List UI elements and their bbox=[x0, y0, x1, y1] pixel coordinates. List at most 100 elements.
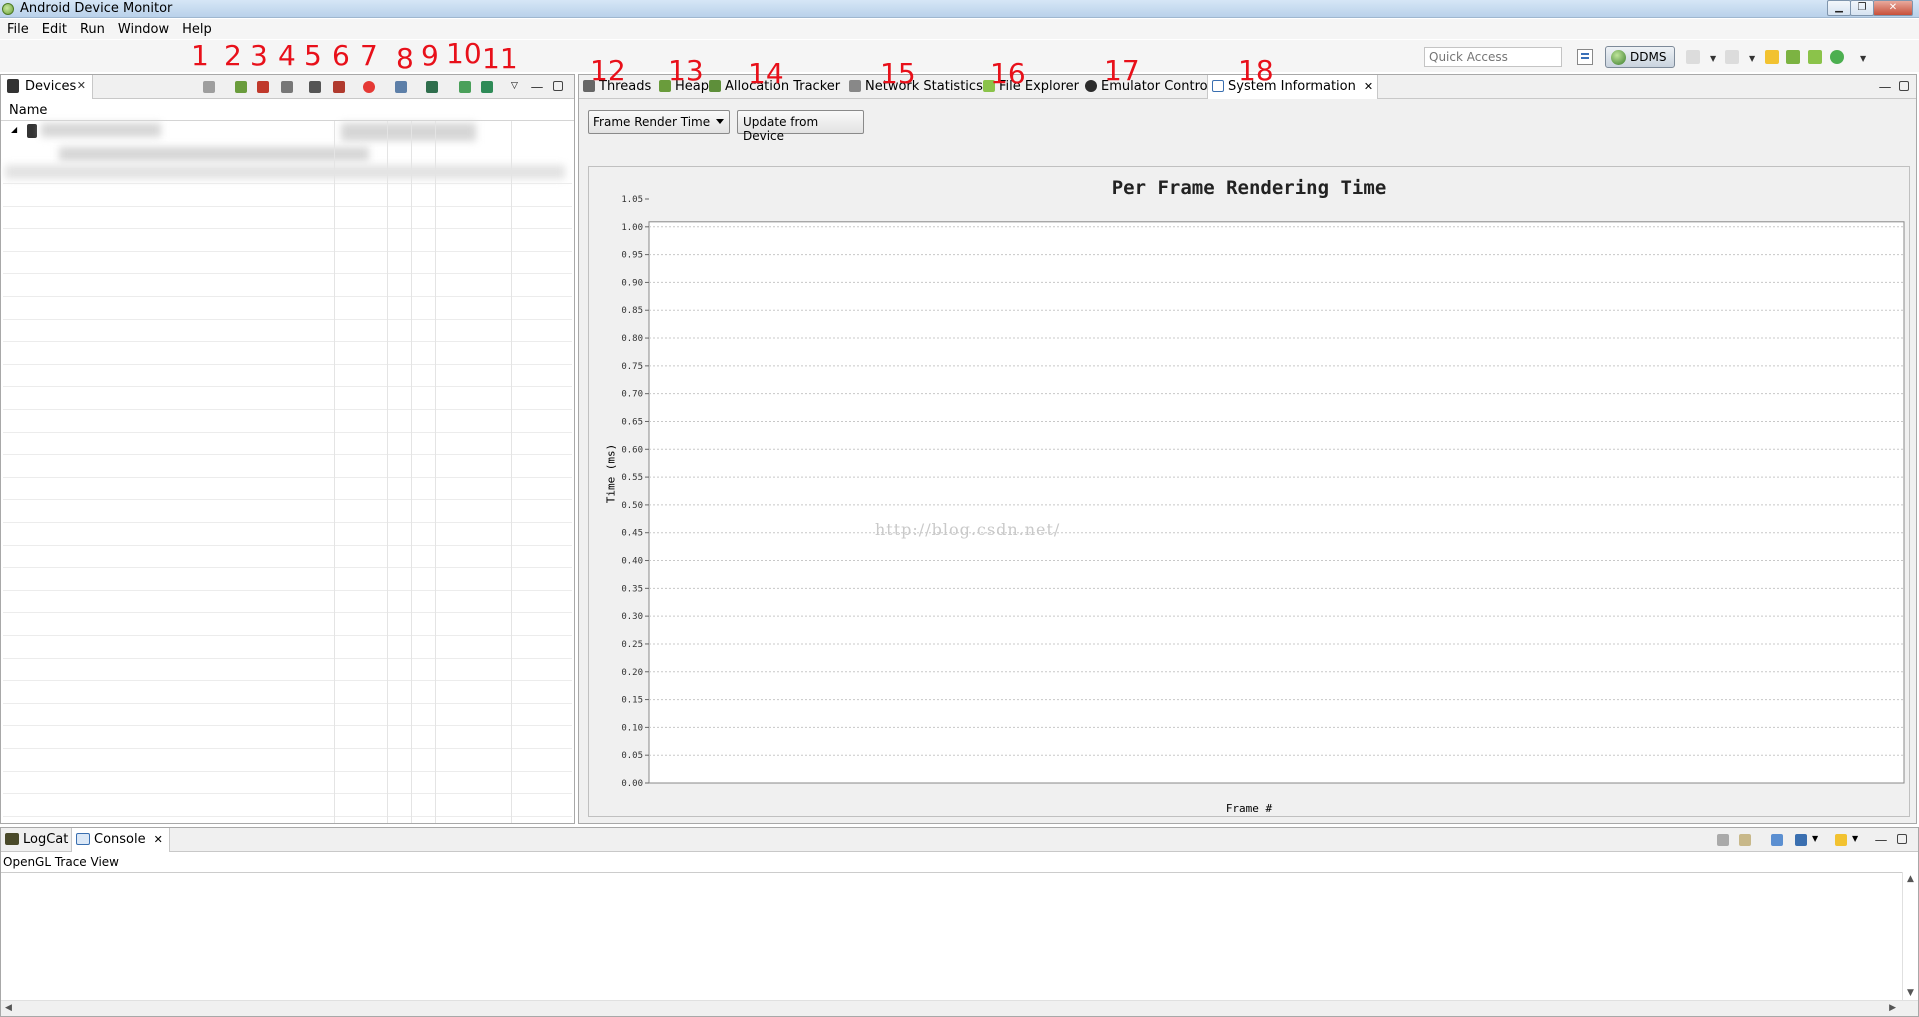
update-threads-icon[interactable] bbox=[309, 81, 321, 93]
y-tick-label: 0.05 bbox=[621, 751, 643, 761]
tab-logcat[interactable]: LogCat bbox=[1, 828, 74, 852]
empty-table-row bbox=[3, 612, 572, 613]
column-divider bbox=[411, 121, 412, 823]
device-row[interactable]: ◢ bbox=[1, 121, 574, 143]
run-profile-icon[interactable] bbox=[1830, 50, 1844, 64]
tab-console-label: Console bbox=[94, 832, 146, 847]
screen-capture-icon[interactable] bbox=[395, 81, 407, 93]
ddms-label: DDMS bbox=[1630, 50, 1667, 64]
console-icon bbox=[76, 833, 90, 845]
scroll-lock-icon[interactable] bbox=[1739, 834, 1751, 846]
maximize-view-icon[interactable] bbox=[553, 81, 563, 91]
tab-network-statistics[interactable]: Network Statistics bbox=[845, 75, 987, 99]
close-icon[interactable]: ✕ bbox=[1364, 80, 1373, 93]
maximize-button[interactable]: ❐ bbox=[1850, 0, 1874, 16]
pin-console-icon[interactable] bbox=[1771, 834, 1783, 846]
dump-view-hierarchy-icon[interactable] bbox=[426, 81, 438, 93]
devices-tab-label: Devices bbox=[25, 79, 77, 94]
annotation-2: 2 bbox=[224, 39, 242, 72]
console-output[interactable] bbox=[1, 872, 1918, 1016]
horizontal-scrollbar[interactable]: ◀ ▶ bbox=[1, 1000, 1918, 1016]
debug-process-icon[interactable] bbox=[203, 81, 215, 93]
empty-table-row bbox=[3, 251, 572, 252]
empty-table-row bbox=[3, 522, 572, 523]
cause-gc-icon[interactable] bbox=[281, 81, 293, 93]
close-icon[interactable]: ✕ bbox=[77, 79, 86, 92]
minimize-button[interactable]: ▁ bbox=[1827, 0, 1851, 16]
info-type-select[interactable]: Frame Render Time bbox=[588, 110, 730, 134]
open-perspective-icon[interactable] bbox=[1577, 49, 1593, 65]
update-heap-icon[interactable] bbox=[235, 81, 247, 93]
scroll-right-icon[interactable]: ▶ bbox=[1889, 1003, 1896, 1013]
empty-table-row bbox=[3, 477, 572, 478]
empty-table-row bbox=[3, 183, 572, 184]
minimize-view-icon[interactable] bbox=[531, 87, 543, 89]
run-profile-dropdown-icon[interactable]: ▼ bbox=[1860, 54, 1866, 63]
forward-dropdown-icon[interactable]: ▼ bbox=[1749, 54, 1755, 63]
empty-table-row bbox=[3, 793, 572, 794]
chart-frame: Per Frame Rendering Time 0.00 0.05 0.10 0.1… bbox=[588, 166, 1910, 817]
back-dropdown-icon[interactable]: ▼ bbox=[1710, 54, 1716, 63]
dump-hprof-icon[interactable] bbox=[257, 81, 269, 93]
tab-emulator-control[interactable]: Emulator Control bbox=[1081, 75, 1215, 99]
ddms-perspective-button[interactable]: DDMS bbox=[1605, 46, 1675, 68]
empty-table-row bbox=[3, 816, 572, 817]
annotation-15: 15 bbox=[880, 57, 916, 90]
blurred-device-name bbox=[41, 123, 161, 137]
android-device-icon[interactable] bbox=[1808, 50, 1822, 64]
menu-run[interactable]: Run bbox=[73, 19, 111, 39]
column-divider bbox=[435, 121, 436, 823]
dump-view-icon[interactable] bbox=[1786, 50, 1800, 64]
menu-help[interactable]: Help bbox=[175, 19, 218, 39]
ddms-icon bbox=[1611, 50, 1626, 65]
update-from-device-button[interactable]: Update from Device bbox=[737, 110, 864, 143]
y-tick-label: 0.75 bbox=[621, 362, 643, 372]
scroll-left-icon[interactable]: ◀ bbox=[5, 1003, 12, 1013]
system-info-icon bbox=[1212, 80, 1224, 92]
info-type-selected: Frame Render Time bbox=[593, 115, 711, 129]
minimize-view-icon[interactable] bbox=[1875, 840, 1887, 842]
method-profiling-icon[interactable] bbox=[333, 81, 345, 93]
menu-file[interactable]: File bbox=[0, 19, 35, 39]
display-console-dropdown-icon[interactable]: ▼ bbox=[1812, 834, 1824, 846]
vertical-scrollbar[interactable]: ▲ ▼ bbox=[1902, 872, 1918, 1000]
view-menu-icon[interactable]: ▽ bbox=[511, 81, 523, 93]
process-row[interactable] bbox=[1, 143, 574, 183]
scroll-up-icon[interactable]: ▲ bbox=[1907, 874, 1914, 884]
column-divider bbox=[387, 121, 388, 823]
tab-devices[interactable]: Devices ✕ bbox=[1, 75, 93, 99]
devices-table-header: Name bbox=[1, 101, 574, 121]
scroll-down-icon[interactable]: ▼ bbox=[1907, 988, 1914, 998]
minimize-view-icon[interactable] bbox=[1879, 87, 1891, 89]
back-nav-icon[interactable] bbox=[1686, 50, 1700, 64]
stop-process-icon[interactable] bbox=[363, 81, 375, 93]
annotation-14: 14 bbox=[748, 57, 784, 90]
close-icon[interactable]: ✕ bbox=[154, 833, 163, 846]
menu-window[interactable]: Window bbox=[111, 19, 175, 39]
empty-table-row bbox=[3, 725, 572, 726]
annotation-13: 13 bbox=[668, 54, 704, 87]
open-console-icon[interactable] bbox=[1835, 834, 1847, 846]
menu-edit[interactable]: Edit bbox=[35, 19, 73, 39]
maximize-view-icon[interactable] bbox=[1897, 834, 1907, 844]
system-information-content: Frame Render Time Update from Device Per… bbox=[579, 99, 1916, 823]
tab-console[interactable]: Console ✕ bbox=[71, 828, 170, 852]
expand-arrow-icon[interactable]: ◢ bbox=[11, 125, 17, 134]
allocation-tracker-icon bbox=[709, 80, 721, 92]
maximize-view-icon[interactable] bbox=[1899, 81, 1909, 91]
y-tick-label: 0.90 bbox=[621, 278, 643, 288]
last-edit-icon[interactable] bbox=[1765, 50, 1779, 64]
annotation-4: 4 bbox=[278, 39, 296, 72]
annotation-17: 17 bbox=[1104, 54, 1140, 87]
quick-access-input[interactable] bbox=[1424, 47, 1562, 67]
close-button[interactable]: ✕ bbox=[1873, 0, 1913, 16]
open-console-dropdown-icon[interactable]: ▼ bbox=[1852, 834, 1864, 846]
systrace-icon[interactable] bbox=[459, 81, 471, 93]
empty-table-row bbox=[3, 364, 572, 365]
clear-console-icon[interactable] bbox=[1717, 834, 1729, 846]
display-console-icon[interactable] bbox=[1795, 834, 1807, 846]
forward-nav-icon[interactable] bbox=[1725, 50, 1739, 64]
empty-table-row bbox=[3, 296, 572, 297]
opengl-trace-icon[interactable] bbox=[481, 81, 493, 93]
tab-system-information[interactable]: System Information ✕ bbox=[1207, 75, 1379, 99]
